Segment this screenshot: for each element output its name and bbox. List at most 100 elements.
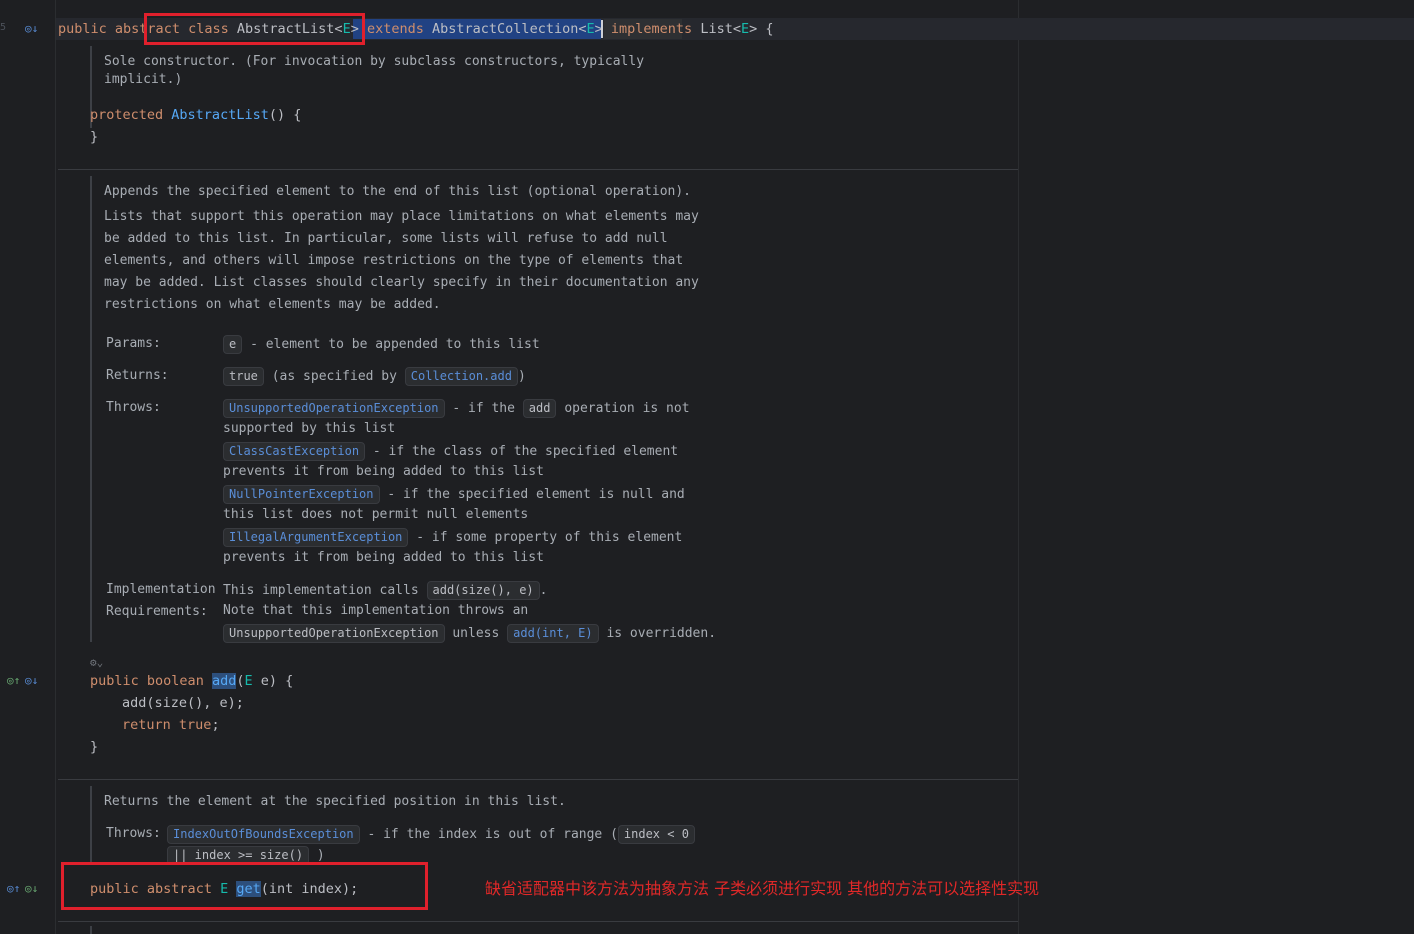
angle-close: > bbox=[749, 21, 758, 37]
impl-label-1: Implementation bbox=[106, 582, 216, 597]
constructor-close: } bbox=[90, 129, 99, 145]
paren-open: ( bbox=[236, 673, 245, 689]
throws-cont: prevents it from being added to this lis… bbox=[223, 464, 544, 479]
ctor-name: AbstractList bbox=[171, 107, 269, 123]
add-doc-body-line: may be added. List classes should clearl… bbox=[104, 275, 699, 290]
brace-open: { bbox=[765, 21, 774, 37]
throws-item: IllegalArgumentException - if some prope… bbox=[223, 528, 682, 547]
line-number: 5 bbox=[0, 22, 7, 33]
exception-link[interactable]: IndexOutOfBoundsException bbox=[167, 825, 360, 844]
impl-line-1: This implementation calls add(size(), e)… bbox=[223, 581, 547, 600]
returns-label: Returns: bbox=[106, 368, 169, 383]
throws-item: UnsupportedOperationException - if the a… bbox=[223, 399, 690, 418]
doc-comment-bar bbox=[90, 176, 92, 642]
get-throws-item: IndexOutOfBoundsException - if the index… bbox=[167, 825, 695, 844]
add-method-return: return true; bbox=[122, 716, 220, 734]
throws-cont: prevents it from being added to this lis… bbox=[223, 550, 544, 565]
param-desc: - element to be appended to this list bbox=[250, 337, 540, 352]
method-name: add bbox=[211, 673, 237, 689]
ctor-doc-line-2: implicit.) bbox=[104, 72, 183, 87]
impl-line-2: Note that this implementation throws an bbox=[223, 603, 529, 618]
param-type: E bbox=[244, 673, 253, 689]
constructor-declaration[interactable]: protected AbstractList() { bbox=[90, 106, 301, 124]
doc-separator bbox=[58, 169, 1018, 170]
doc-comment-bar bbox=[90, 786, 92, 862]
returns-chip: true bbox=[223, 367, 264, 386]
throws-cont: supported by this list bbox=[223, 421, 396, 436]
doc-separator bbox=[58, 921, 1018, 922]
returns-value: true (as specified by Collection.add) bbox=[223, 367, 526, 386]
gutter-separator bbox=[55, 0, 56, 934]
throws-desc: operation is not bbox=[564, 401, 690, 416]
kw-return: return bbox=[122, 717, 171, 733]
add-method-body-line: add(size(), e); bbox=[122, 695, 244, 711]
kw-implements: implements bbox=[610, 21, 693, 37]
inline-settings-icon[interactable]: ⚙⌄ bbox=[90, 656, 103, 669]
throws-close: ) bbox=[316, 848, 325, 863]
angle-open: < bbox=[732, 21, 741, 37]
throws-desc: - if the specified element is null and bbox=[387, 487, 685, 502]
right-margin-guide bbox=[1018, 0, 1019, 934]
exception-link[interactable]: ClassCastException bbox=[223, 442, 366, 461]
collection-add-link[interactable]: Collection.add bbox=[404, 367, 518, 386]
super-class: AbstractCollection bbox=[432, 21, 579, 37]
throws-item: NullPointerException - if the specified … bbox=[223, 485, 685, 504]
type-param: E bbox=[740, 21, 750, 37]
add-doc-body-line: elements, and others will impose restric… bbox=[104, 253, 684, 268]
throws-desc: - if the class of the specified element bbox=[372, 444, 679, 459]
param-rest: e) { bbox=[252, 673, 294, 689]
code-chip: add bbox=[522, 399, 557, 418]
editor-gutter bbox=[0, 0, 55, 934]
exception-link[interactable]: IllegalArgumentException bbox=[223, 528, 409, 547]
throws-cont: this list does not permit null elements bbox=[223, 507, 529, 522]
returns-text: (as specified by bbox=[271, 369, 397, 384]
exception-link[interactable]: UnsupportedOperationException bbox=[223, 399, 445, 418]
add-doc-body-line: restrictions on what elements may be add… bbox=[104, 297, 441, 312]
kw-public: public bbox=[58, 21, 107, 37]
throws-label: Throws: bbox=[106, 400, 161, 415]
impl-label-2: Requirements: bbox=[106, 604, 208, 619]
impl-text: . bbox=[539, 583, 548, 598]
exception-link[interactable]: NullPointerException bbox=[223, 485, 380, 504]
implemented-by-icon[interactable]: ◎↓ bbox=[25, 22, 38, 35]
throws-item: ClassCastException - if the class of the… bbox=[223, 442, 678, 461]
throws-desc: - if the bbox=[452, 401, 515, 416]
kw-extends: extends bbox=[366, 21, 424, 37]
highlight-box-class-name bbox=[144, 13, 365, 45]
add-method-close: } bbox=[90, 739, 99, 755]
ctor-doc-line-1: Sole constructor. (For invocation by sub… bbox=[104, 54, 645, 69]
kw-true: true bbox=[178, 717, 212, 733]
params-value: e - element to be appended to this list bbox=[223, 335, 540, 354]
returns-close: ) bbox=[517, 369, 526, 384]
ctor-params: () { bbox=[268, 107, 302, 123]
type-param: E bbox=[586, 21, 595, 37]
add-method-declaration[interactable]: public boolean add(E e) { bbox=[90, 672, 293, 690]
impl-line-3: UnsupportedOperationException unless add… bbox=[223, 624, 716, 643]
highlight-box-get-method bbox=[61, 862, 428, 910]
add-int-link[interactable]: add(int, E) bbox=[507, 624, 599, 643]
implemented-in-icon[interactable]: ◎↓ bbox=[25, 882, 38, 895]
annotation-note: 缺省适配器中该方法为抽象方法 子类必须进行实现 其他的方法可以选择性实现 bbox=[485, 879, 1040, 898]
throws-desc: - if some property of this element bbox=[416, 530, 683, 545]
code-chip: index < 0 bbox=[617, 825, 695, 844]
add-doc-body-line: Lists that support this operation may pl… bbox=[104, 209, 699, 224]
code-chip: add(size(), e) bbox=[426, 581, 540, 600]
add-doc-body-line: be added to this list. In particular, so… bbox=[104, 231, 668, 246]
kw-protected: protected bbox=[90, 107, 164, 123]
get-throws-label: Throws: bbox=[106, 826, 161, 841]
impl-text: This implementation calls bbox=[223, 583, 419, 598]
doc-separator bbox=[58, 779, 1018, 780]
overridden-by-icon[interactable]: ◎↓ bbox=[25, 674, 38, 687]
impl-text: is overridden. bbox=[606, 626, 717, 641]
text-caret bbox=[601, 20, 603, 38]
impl-text: unless bbox=[452, 626, 500, 641]
overrides-method-icon[interactable]: ◎↑ bbox=[7, 674, 20, 687]
throws-desc: - if the index is out of range ( bbox=[367, 827, 618, 842]
implements-method-icon[interactable]: ◎↑ bbox=[7, 882, 20, 895]
code-chip: UnsupportedOperationException bbox=[223, 624, 445, 643]
kw-public: public bbox=[90, 673, 139, 689]
semicolon: ; bbox=[211, 717, 220, 733]
param-chip: e bbox=[223, 335, 243, 354]
interface-name: List bbox=[700, 21, 733, 37]
doc-comment-bar bbox=[90, 926, 92, 934]
